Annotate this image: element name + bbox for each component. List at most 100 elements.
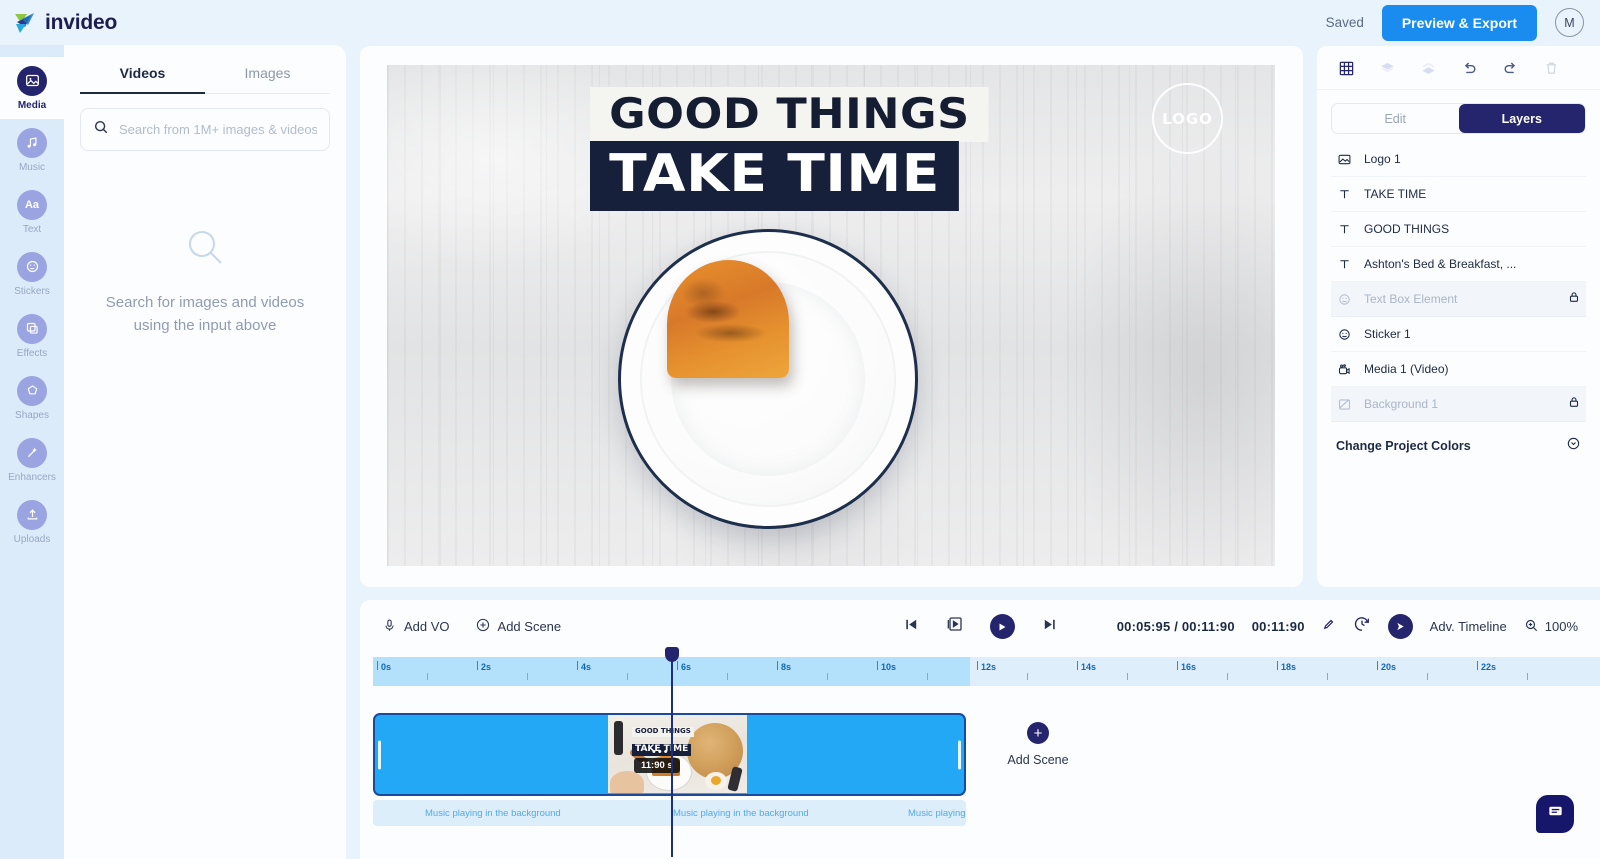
chat-bubble-icon bbox=[1546, 802, 1565, 826]
panel-segmented-control: Edit Layers bbox=[1331, 103, 1586, 134]
add-vo-button[interactable]: Add VO bbox=[382, 618, 450, 636]
logo-placeholder[interactable]: LOGO bbox=[1152, 83, 1223, 154]
add-scene-label: Add Scene bbox=[497, 619, 562, 634]
thumb-knife bbox=[614, 721, 623, 755]
sidebar-item-enhancers[interactable]: Enhancers bbox=[0, 429, 64, 491]
sidebar-item-stickers[interactable]: Stickers bbox=[0, 243, 64, 305]
clip-handle-right[interactable] bbox=[958, 740, 961, 769]
panel-toolbar bbox=[1317, 46, 1600, 90]
shapes-icon bbox=[17, 375, 47, 406]
add-scene-button[interactable]: Add Scene bbox=[475, 617, 562, 636]
layer-label: Ashton's Bed & Breakfast, ... bbox=[1364, 257, 1517, 271]
tab-edit[interactable]: Edit bbox=[1332, 104, 1459, 133]
tab-images[interactable]: Images bbox=[205, 53, 330, 94]
pencil-icon[interactable] bbox=[1322, 617, 1336, 636]
invideo-logo-icon bbox=[12, 10, 38, 36]
skip-previous-icon[interactable] bbox=[903, 616, 920, 638]
text-aa-icon: Aa bbox=[17, 189, 47, 220]
sidebar-item-uploads[interactable]: Uploads bbox=[0, 491, 64, 553]
layer-row[interactable]: TAKE TIME bbox=[1331, 177, 1586, 212]
scene-options-icon[interactable]: ••• bbox=[652, 746, 670, 758]
text-layer-icon bbox=[1336, 187, 1353, 202]
undo-icon[interactable] bbox=[1460, 59, 1479, 78]
layer-row[interactable]: GOOD THINGS bbox=[1331, 212, 1586, 247]
play-button[interactable] bbox=[989, 614, 1015, 639]
music-icon bbox=[17, 127, 47, 158]
redo-icon[interactable] bbox=[1501, 59, 1520, 78]
sidebar-label-media: Media bbox=[17, 99, 47, 111]
timeline-right-controls: 00:05:95 / 00:11:90 00:11:90 Adv. Timeli… bbox=[1117, 614, 1578, 639]
speed-play-icon[interactable] bbox=[1387, 614, 1413, 639]
media-search-box[interactable] bbox=[80, 108, 330, 151]
plus-circle-icon bbox=[475, 617, 491, 636]
canvas-card: GOOD THINGS TAKE TIME LOGO bbox=[360, 46, 1303, 587]
bring-forward-icon[interactable] bbox=[1378, 59, 1397, 78]
sidebar-item-shapes[interactable]: Shapes bbox=[0, 367, 64, 429]
scene-thumbnail: GOOD THINGS TAKE TIME ••• 11:90 s bbox=[608, 715, 747, 793]
preview-export-button[interactable]: Preview & Export bbox=[1381, 4, 1537, 41]
timeline-controls: Add VO Add Scene 00:05:95 / 00:11:90 00:… bbox=[360, 600, 1600, 653]
image-icon bbox=[17, 65, 47, 96]
layer-row[interactable]: Background 1 bbox=[1331, 387, 1586, 422]
media-tabs: Videos Images bbox=[64, 53, 346, 94]
brand-logo-group[interactable]: invideo bbox=[12, 10, 117, 36]
sidebar-item-music[interactable]: Music bbox=[0, 119, 64, 181]
playhead[interactable] bbox=[665, 647, 679, 857]
clip-handle-left[interactable] bbox=[378, 740, 381, 769]
playhead-handle[interactable] bbox=[665, 647, 679, 662]
lock-icon[interactable] bbox=[1567, 290, 1581, 309]
scene-clip[interactable]: GOOD THINGS TAKE TIME ••• 11:90 s bbox=[373, 713, 966, 796]
ruler-tick-label: 0s bbox=[381, 662, 392, 672]
ruler-tick-label: 10s bbox=[881, 662, 897, 672]
sidebar-item-text[interactable]: Aa Text bbox=[0, 181, 64, 243]
layer-row[interactable]: Ashton's Bed & Breakfast, ... bbox=[1331, 247, 1586, 282]
title-line-2[interactable]: TAKE TIME bbox=[590, 141, 960, 211]
preview-scene-icon[interactable] bbox=[946, 615, 964, 638]
timeline-panel: Add VO Add Scene 00:05:95 / 00:11:90 00:… bbox=[360, 600, 1600, 859]
search-input[interactable] bbox=[119, 122, 317, 137]
sidebar-label-text: Text bbox=[22, 223, 42, 235]
avatar[interactable]: M bbox=[1555, 8, 1584, 37]
sidebar-label-enhancers: Enhancers bbox=[8, 471, 56, 483]
sidebar-label-uploads: Uploads bbox=[13, 533, 51, 545]
adv-timeline-button[interactable]: Adv. Timeline bbox=[1430, 619, 1507, 634]
tab-layers[interactable]: Layers bbox=[1458, 104, 1585, 133]
timeline-scene-area: GOOD THINGS TAKE TIME ••• 11:90 s + Add … bbox=[373, 647, 1600, 857]
title-line-1[interactable]: GOOD THINGS bbox=[590, 87, 989, 142]
media-empty-state: Search for images and videos using the i… bbox=[64, 225, 346, 337]
add-scene-timeline-button[interactable]: + Add Scene bbox=[983, 722, 1093, 767]
tab-videos[interactable]: Videos bbox=[80, 53, 205, 94]
layer-row[interactable]: Media 1 (Video) bbox=[1331, 352, 1586, 387]
media-search-wrap bbox=[64, 94, 346, 151]
change-project-colors-label: Change Project Colors bbox=[1336, 439, 1471, 453]
zoom-control[interactable]: 100% bbox=[1524, 618, 1578, 636]
brand-name: invideo bbox=[45, 10, 118, 34]
layers-list: Logo 1 TAKE TIME GOOD THINGS Ashton's Be… bbox=[1317, 142, 1600, 422]
time-separator: / bbox=[1174, 619, 1179, 634]
timeline-ruler[interactable]: 0s 2s 4s 6s 8s 10s 12s 14s 16s 18s 20s 2… bbox=[373, 657, 1600, 686]
lock-icon[interactable] bbox=[1567, 395, 1581, 414]
change-project-colors-row[interactable]: Change Project Colors bbox=[1331, 434, 1586, 458]
trash-icon[interactable] bbox=[1542, 59, 1561, 78]
sidebar-label-effects: Effects bbox=[16, 347, 48, 359]
current-time: 00:05:95 bbox=[1116, 619, 1171, 634]
layer-row[interactable]: Sticker 1 bbox=[1331, 317, 1586, 352]
toast-graphic bbox=[667, 260, 789, 378]
music-track[interactable]: Music playing in the background Music pl… bbox=[373, 800, 966, 826]
ruler-tick-label: 22s bbox=[1481, 662, 1497, 672]
grid-icon[interactable] bbox=[1337, 59, 1356, 78]
sidebar-item-media[interactable]: Media bbox=[0, 57, 64, 119]
image-layer-icon bbox=[1336, 152, 1353, 167]
chat-support-button[interactable] bbox=[1536, 795, 1574, 833]
layer-row[interactable]: Text Box Element bbox=[1331, 282, 1586, 317]
timer-icon[interactable] bbox=[1353, 615, 1371, 638]
skip-next-icon[interactable] bbox=[1041, 616, 1058, 638]
saved-status: Saved bbox=[1325, 15, 1364, 30]
sidebar-item-effects[interactable]: Effects bbox=[0, 305, 64, 367]
sidebar-label-music: Music bbox=[18, 161, 46, 173]
send-backward-icon[interactable] bbox=[1419, 59, 1438, 78]
ruler-tick-label: 18s bbox=[1281, 662, 1297, 672]
layer-row[interactable]: Logo 1 bbox=[1331, 142, 1586, 177]
video-preview-stage[interactable]: GOOD THINGS TAKE TIME LOGO bbox=[387, 65, 1275, 566]
chevron-down-icon[interactable] bbox=[1566, 436, 1581, 456]
